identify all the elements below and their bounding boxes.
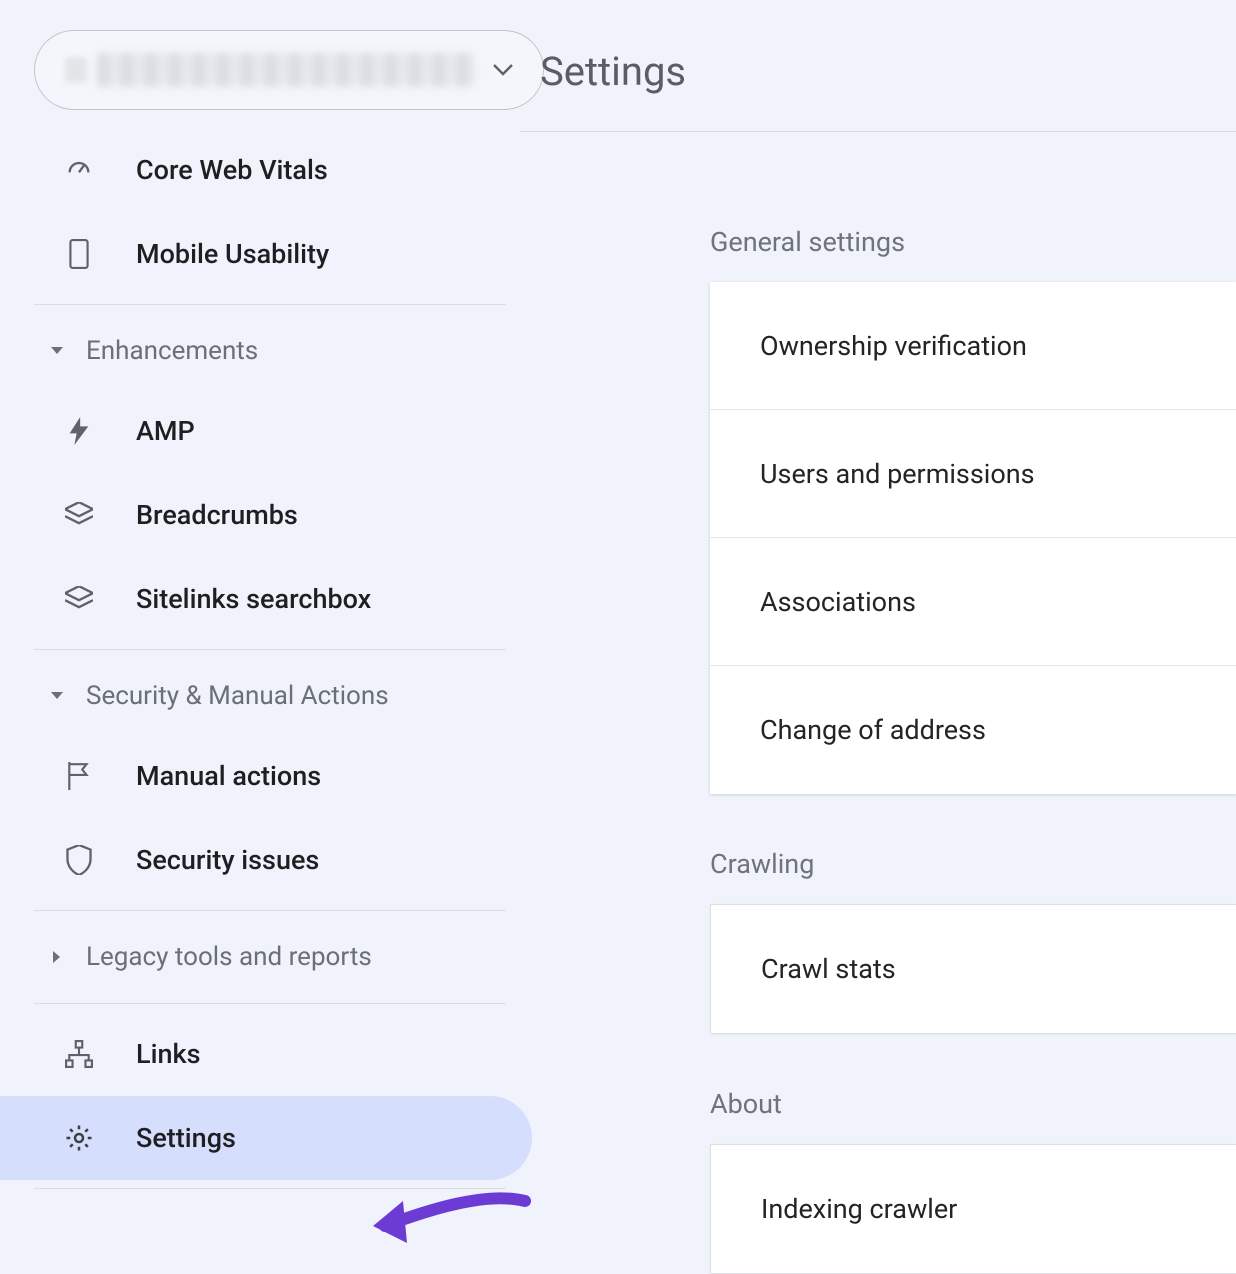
sidebar-item-links[interactable]: Links xyxy=(0,1012,540,1096)
flag-icon xyxy=(64,762,94,790)
row-label: Associations xyxy=(760,586,916,618)
row-label: Change of address xyxy=(760,714,986,746)
sidebar-item-amp[interactable]: AMP xyxy=(0,389,540,473)
sidebar-item-security-issues[interactable]: Security issues xyxy=(0,818,540,902)
section-label: Enhancements xyxy=(86,336,258,366)
sidebar-item-mobile-usability[interactable]: Mobile Usability xyxy=(0,212,540,296)
section-label: Legacy tools and reports xyxy=(86,942,372,972)
speed-icon xyxy=(64,156,94,184)
mobile-icon xyxy=(64,239,94,269)
sidebar-item-manual-actions[interactable]: Manual actions xyxy=(0,734,540,818)
divider xyxy=(34,304,506,305)
page-title: Settings xyxy=(540,48,1236,95)
row-label: Crawl stats xyxy=(761,953,896,985)
layers-icon xyxy=(64,586,94,612)
bolt-icon xyxy=(64,417,94,445)
sidebar-item-label: Breadcrumbs xyxy=(136,499,298,531)
row-change-of-address[interactable]: Change of address xyxy=(710,666,1236,794)
sidebar-item-label: Mobile Usability xyxy=(136,238,329,270)
sidebar-item-core-web-vitals[interactable]: Core Web Vitals xyxy=(0,128,540,212)
row-indexing-crawler[interactable]: Indexing crawler xyxy=(711,1145,1236,1273)
triangle-right-icon xyxy=(50,950,64,964)
divider xyxy=(34,1188,506,1189)
row-label: Indexing crawler xyxy=(761,1193,957,1225)
row-label: Ownership verification xyxy=(760,330,1027,362)
section-header-legacy[interactable]: Legacy tools and reports xyxy=(0,919,540,995)
sidebar-item-sitelinks-searchbox[interactable]: Sitelinks searchbox xyxy=(0,557,540,641)
sitemap-icon xyxy=(64,1040,94,1068)
row-label: Users and permissions xyxy=(760,458,1035,490)
property-selector[interactable] xyxy=(34,30,544,110)
card-general-settings: Ownership verification Users and permiss… xyxy=(710,282,1236,794)
main-content: Settings General settings Ownership veri… xyxy=(540,0,1236,1258)
row-crawl-stats[interactable]: Crawl stats xyxy=(711,905,1236,1033)
annotation-arrow xyxy=(365,1181,535,1261)
property-name-redacted xyxy=(97,53,475,87)
row-users-permissions[interactable]: Users and permissions xyxy=(710,410,1236,538)
sidebar-item-settings[interactable]: Settings xyxy=(0,1096,532,1180)
section-header-security[interactable]: Security & Manual Actions xyxy=(0,658,540,734)
sidebar-item-label: AMP xyxy=(136,415,195,447)
property-favicon xyxy=(65,57,87,83)
group-heading-about: About xyxy=(710,1088,1236,1120)
sidebar-item-label: Links xyxy=(136,1038,200,1070)
divider xyxy=(34,910,506,911)
divider xyxy=(520,131,1236,132)
section-header-enhancements[interactable]: Enhancements xyxy=(0,313,540,389)
row-ownership-verification[interactable]: Ownership verification xyxy=(710,282,1236,410)
sidebar-item-label: Sitelinks searchbox xyxy=(136,583,371,615)
sidebar-item-label: Security issues xyxy=(136,844,319,876)
gear-icon xyxy=(64,1123,94,1153)
section-label: Security & Manual Actions xyxy=(86,681,389,711)
sidebar-item-breadcrumbs[interactable]: Breadcrumbs xyxy=(0,473,540,557)
sidebar-item-label: Settings xyxy=(136,1122,236,1154)
triangle-down-icon xyxy=(50,346,64,356)
divider xyxy=(34,649,506,650)
card-about: Indexing crawler xyxy=(710,1144,1236,1274)
chevron-down-icon xyxy=(493,64,513,76)
card-crawling: Crawl stats xyxy=(710,904,1236,1034)
divider xyxy=(34,1003,506,1004)
sidebar-item-label: Manual actions xyxy=(136,760,321,792)
group-heading-general: General settings xyxy=(710,226,1236,258)
sidebar: Core Web Vitals Mobile Usability Enhance… xyxy=(0,0,540,1258)
row-associations[interactable]: Associations xyxy=(710,538,1236,666)
sidebar-item-label: Core Web Vitals xyxy=(136,154,328,186)
triangle-down-icon xyxy=(50,691,64,701)
shield-icon xyxy=(64,845,94,875)
layers-icon xyxy=(64,502,94,528)
group-heading-crawling: Crawling xyxy=(710,848,1236,880)
